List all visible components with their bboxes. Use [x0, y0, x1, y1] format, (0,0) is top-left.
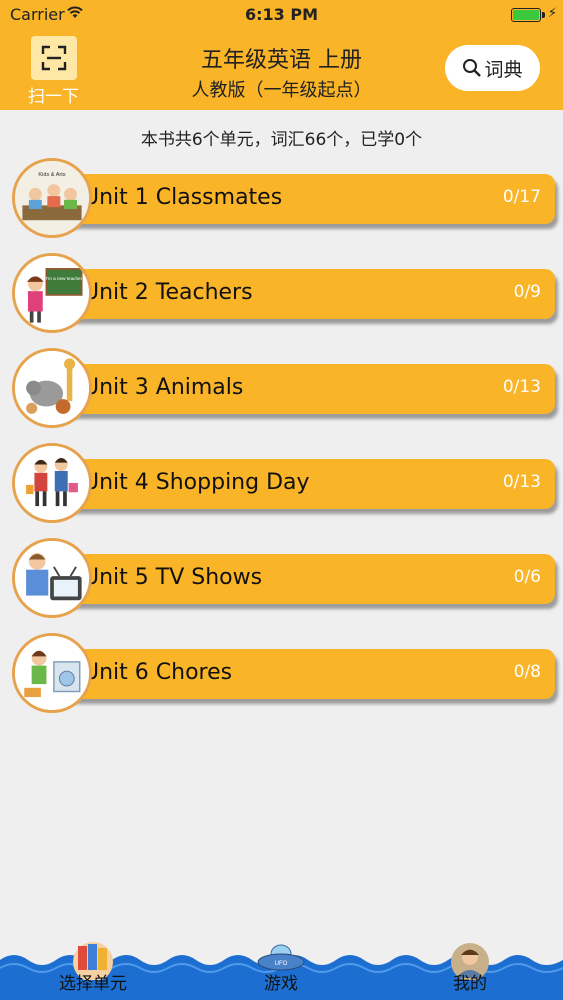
unit-1-thumbnail: Kids & Arts [12, 158, 92, 238]
unit-6-thumbnail [12, 633, 92, 713]
unit-progress: 0/6 [513, 567, 541, 587]
tab-bar: 选择单元 UFO 游戏 我的 [0, 940, 563, 1000]
nav-bar: 扫一下 五年级英语 上册 人教版（一年级起点） 词典 [0, 30, 563, 110]
unit-1-thumb-text: Kids & Arts [38, 172, 65, 178]
tab-label: 我的 [453, 974, 487, 994]
tab-profile[interactable]: 我的 [415, 940, 525, 1000]
unit-title: Unit 5 TV Shows [83, 565, 263, 590]
unit-5-thumbnail [12, 538, 92, 618]
unit-progress: 0/13 [502, 377, 541, 397]
unit-row-3[interactable]: Unit 3 Animals 0/13 [12, 348, 555, 428]
tab-games[interactable]: UFO 游戏 [226, 940, 336, 1000]
tab-label: 游戏 [264, 974, 298, 994]
unit-row-6[interactable]: Unit 6 Chores 0/8 [12, 633, 555, 713]
unit-row-4[interactable]: Unit 4 Shopping Day 0/13 [12, 443, 555, 523]
unit-progress: 0/13 [502, 472, 541, 492]
status-bar: Carrier 6:13 PM ⚡ [0, 0, 563, 30]
unit-title: Unit 4 Shopping Day [83, 470, 310, 495]
battery-icon [511, 8, 541, 22]
dictionary-button[interactable]: 词典 [445, 45, 540, 91]
unit-progress: 0/9 [513, 282, 541, 302]
tab-label: 选择单元 [59, 974, 127, 994]
tab-select-unit[interactable]: 选择单元 [38, 940, 148, 1000]
unit-title: Unit 2 Teachers [83, 280, 253, 305]
unit-title: Unit 3 Animals [83, 375, 244, 400]
charging-icon: ⚡ [547, 6, 557, 21]
search-icon [463, 59, 482, 77]
dictionary-label: 词典 [484, 58, 523, 81]
unit-row-2[interactable]: Unit 2 Teachers 0/9 I'm a new teacher [12, 253, 555, 333]
unit-4-thumbnail [12, 443, 92, 523]
unit-progress: 0/17 [502, 187, 541, 207]
unit-3-thumbnail [12, 348, 92, 428]
unit-title: Unit 6 Chores [83, 660, 233, 685]
unit-row-5[interactable]: Unit 5 TV Shows 0/6 [12, 538, 555, 618]
unit-title: Unit 1 Classmates [83, 185, 283, 210]
unit-2-thumb-text: I'm a new teacher [46, 276, 83, 281]
ufo-icon-text: UFO [275, 961, 288, 967]
book-summary: 本书共6个单元，词汇66个，已学0个 [140, 130, 423, 150]
unit-row-1[interactable]: Unit 1 Classmates 0/17 Kids & Arts [12, 158, 555, 238]
battery-tip [542, 12, 545, 18]
status-time: 6:13 PM [244, 5, 318, 24]
unit-progress: 0/8 [513, 662, 541, 682]
unit-2-thumbnail: I'm a new teacher [12, 253, 92, 333]
